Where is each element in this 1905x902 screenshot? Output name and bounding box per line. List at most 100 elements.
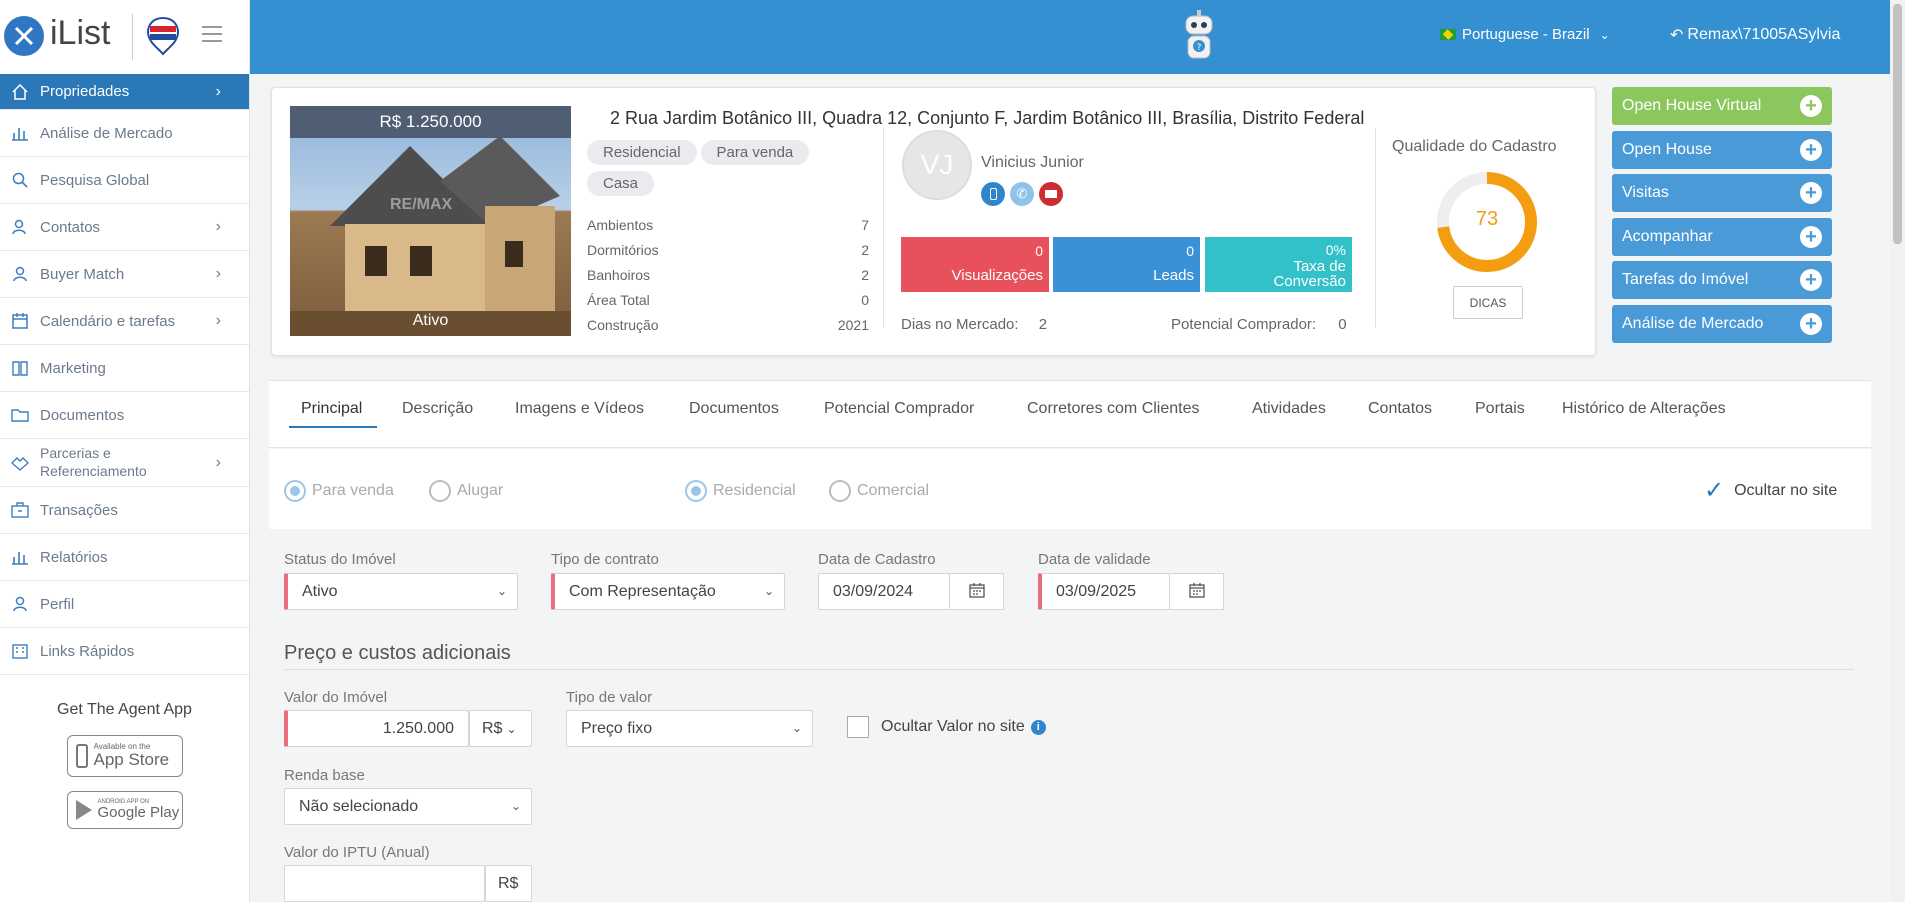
scrollbar-thumb[interactable] [1893,4,1902,244]
tab-documentos[interactable]: Documentos [689,400,779,418]
analise-mercado-button[interactable]: Análise de Mercado + [1612,305,1832,343]
ilist-logo-icon [4,16,44,56]
tab-imagens[interactable]: Imagens e Vídeos [515,400,644,418]
tab-historico[interactable]: Histórico de Alterações [1562,400,1726,418]
user-menu[interactable]: ↶ Remax\71005ASylvia [1670,25,1840,45]
building-icon [10,641,30,661]
iptu-label: Valor do IPTU (Anual) [284,844,430,861]
briefcase-icon [10,500,30,520]
reg-date-input[interactable]: 03/09/2024 [818,573,950,610]
stat-label: Visualizações [951,267,1043,284]
plus-icon: + [1800,269,1822,291]
sidebar-item-pesquisa-global[interactable]: Pesquisa Global [0,157,249,204]
tab-corretores[interactable]: Corretores com Clientes [1027,400,1200,418]
iptu-input[interactable] [284,865,485,902]
stat-leads: 0 Leads [1053,237,1200,292]
sidebar-item-relatorios[interactable]: Relatórios [0,534,249,581]
sidebar-item-links-rapidos[interactable]: Links Rápidos [0,628,249,675]
tab-potencial-comprador[interactable]: Potencial Comprador [824,400,974,418]
sidebar-item-parcerias[interactable]: Parcerias e Referenciamento › [0,439,249,487]
days-value: 2 [1038,316,1048,333]
sidebar-item-perfil[interactable]: Perfil [0,581,249,628]
user-icon [10,594,30,614]
stat-value: 0% [1325,242,1346,258]
property-photo[interactable]: R$ 1.250.000 RE/MAX Ativo [290,106,571,336]
radio-dot [284,480,306,502]
tarefas-button[interactable]: Tarefas do Imóvel + [1612,261,1832,299]
value-input[interactable]: 1.250.000 [284,710,469,747]
info-icon[interactable]: i [1030,719,1046,735]
tab-contatos[interactable]: Contatos [1368,400,1432,418]
sidebar-item-analise-de-mercado[interactable]: Análise de Mercado [0,110,249,157]
income-select[interactable]: Não selecionado ⌄ [284,788,532,825]
chevron-right-icon: › [215,82,221,100]
brand-name: iList [50,14,111,52]
sidebar-item-documentos[interactable]: Documentos [0,392,249,439]
action-label: Tarefas do Imóvel [1622,271,1749,288]
radio-label: Comercial [857,482,930,499]
stat-conversion: 0% Taxa de Conversão [1205,237,1352,292]
chevron-right-icon: › [215,453,221,471]
language-selector[interactable]: Portuguese - Brazil ⌄ [1440,26,1610,43]
iptu-currency: R$ [485,865,532,902]
tag-para-venda: Para venda [700,140,810,165]
agent-name: Vinicius Junior [981,154,1084,171]
price-overlay: R$ 1.250.000 [290,106,571,138]
tab-atividades[interactable]: Atividades [1252,400,1326,418]
currency-select[interactable]: R$ ⌄ [469,710,532,747]
agent-contacts: ✆ [981,182,1063,206]
status-select[interactable]: Ativo ⌄ [284,573,518,610]
property-address: 2 Rua Jardim Botânico III, Quadra 12, Co… [610,108,1365,128]
radio-residencial[interactable]: Residencial [685,480,796,502]
property-details: Ambientos 7 Dormitórios 2 Banhoiros 2 Área … [587,212,869,337]
detail-value: 2021 [837,316,869,333]
sidebar-item-calendario[interactable]: Calendário e tarefas › [0,298,249,345]
sidebar-item-label: Marketing [40,359,106,377]
sidebar-item-contatos[interactable]: Contatos › [0,204,249,251]
tips-button[interactable]: DICAS [1453,286,1523,319]
hide-value-checkbox[interactable]: Ocultar Valor no site i [847,716,1046,738]
chevron-right-icon: › [215,312,221,329]
logout-arrow-icon: ↶ [1670,27,1684,44]
folder-icon [10,405,30,425]
sidebar-item-marketing[interactable]: Marketing [0,345,249,392]
chevron-down-icon: ⌄ [763,584,774,598]
hamburger-icon[interactable] [202,26,222,42]
mobile-icon[interactable] [981,182,1005,206]
valid-date-calendar-button[interactable] [1170,573,1224,610]
app-store-text: App Store [93,750,170,770]
chevron-right-icon: › [215,265,221,282]
email-icon[interactable] [1039,182,1063,206]
detail-row: Construção 2021 [587,312,869,337]
app-store-badge[interactable]: Available on the App Store [66,735,183,777]
detail-row: Banhoiros 2 [587,262,869,287]
phone-icon[interactable]: ✆ [1010,182,1034,206]
tab-descricao[interactable]: Descrição [402,400,473,418]
sidebar-item-buyer-match[interactable]: Buyer Match › [0,251,249,298]
tab-portais[interactable]: Portais [1475,400,1525,418]
google-play-badge[interactable]: ANDROID APP ON Google Play [66,791,183,829]
value-type-select[interactable]: Preço fixo ⌄ [566,710,813,747]
valid-date-input[interactable]: 03/09/2025 [1038,573,1170,610]
reg-date-calendar-button[interactable] [950,573,1004,610]
robot-assistant-icon[interactable]: ? [1176,8,1222,64]
acompanhar-button[interactable]: Acompanhar + [1612,218,1832,256]
tab-principal[interactable]: Principal [289,400,377,428]
sidebar-item-transacoes[interactable]: Transações [0,487,249,534]
radio-alugar[interactable]: Alugar [429,480,503,502]
sidebar-item-label: Propriedades [40,83,130,100]
sidebar-item-label: Análise de Mercado [40,124,173,142]
buyer-value: 0 [1338,316,1347,333]
hide-on-site-toggle[interactable]: ✓ Ocultar no site [1704,476,1837,505]
logo-area: iList [0,0,250,74]
open-house-virtual-button[interactable]: Open House Virtual + [1612,87,1832,125]
open-house-button[interactable]: Open House + [1612,131,1832,169]
detail-value: 0 [861,291,869,308]
radio-comercial[interactable]: Comercial [829,480,929,502]
sidebar-item-propriedades[interactable]: Propriedades › [0,74,249,110]
detail-value: 7 [861,216,869,233]
radio-para-venda[interactable]: Para venda [284,480,394,502]
contract-select[interactable]: Com Representação ⌄ [551,573,785,610]
scrollbar[interactable] [1890,0,1905,902]
visitas-button[interactable]: Visitas + [1612,174,1832,212]
